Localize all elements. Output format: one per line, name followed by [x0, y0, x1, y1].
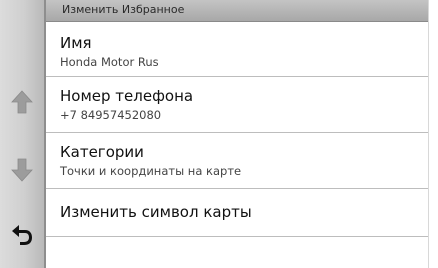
item-label: Изменить символ карты [60, 203, 252, 221]
item-value: Точки и координаты на карте [60, 164, 242, 178]
screen-edge [428, 0, 438, 268]
scroll-up-button[interactable] [0, 74, 44, 130]
item-value: +7 84957452080 [60, 108, 162, 122]
item-label: Номер телефона [60, 87, 194, 105]
item-label: Категории [60, 143, 144, 161]
title-bar: Изменить Избранное [46, 0, 428, 22]
arrow-down-icon [11, 158, 33, 182]
sidebar [0, 0, 46, 268]
scroll-down-button[interactable] [0, 142, 44, 198]
list-item-categories[interactable]: Категории Точки и координаты на карте [46, 133, 428, 189]
arrow-up-icon [11, 90, 33, 114]
page-title: Изменить Избранное [62, 3, 185, 16]
list-item-phone[interactable]: Номер телефона +7 84957452080 [46, 77, 428, 133]
content-panel: Изменить Избранное Имя Honda Motor Rus Н… [46, 0, 428, 268]
list-item-change-map-symbol[interactable]: Изменить символ карты [46, 189, 428, 237]
item-label: Имя [60, 34, 92, 52]
back-icon [12, 225, 32, 245]
list-item-name[interactable]: Имя Honda Motor Rus [46, 22, 428, 77]
back-button[interactable] [0, 206, 44, 262]
edit-favorite-screen: Изменить Избранное Имя Honda Motor Rus Н… [0, 0, 438, 268]
item-value: Honda Motor Rus [60, 55, 159, 69]
